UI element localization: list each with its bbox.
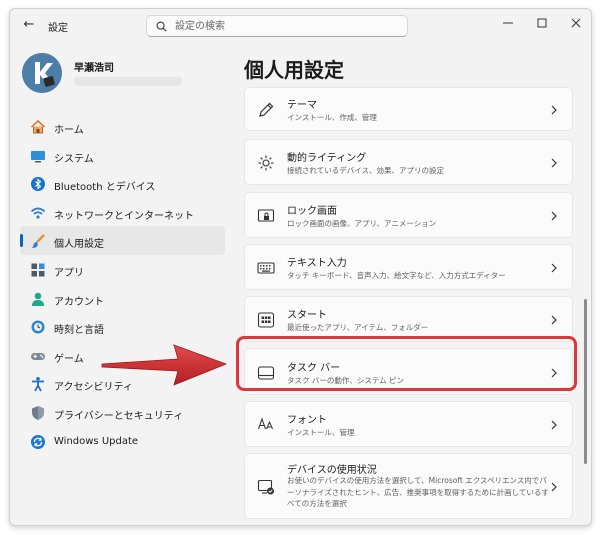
sidebar-item-bluetooth[interactable]: Bluetooth とデバイス: [20, 169, 225, 198]
maximize-icon[interactable]: [532, 15, 552, 31]
minimize-icon[interactable]: [498, 15, 518, 31]
title-bar: ← 設定: [10, 9, 591, 41]
clock-globe-icon: [31, 320, 45, 334]
start-icon: [257, 312, 275, 328]
annotation-arrow-icon: [101, 344, 228, 386]
sidebar-item-personalization[interactable]: 個人用設定: [20, 226, 225, 255]
font-icon: [257, 417, 273, 430]
user-email-blurred: [74, 77, 182, 86]
card-subtitle: ロック画面の画像、アプリ、アニメーション: [287, 219, 437, 228]
sidebar-item-home[interactable]: ホーム: [20, 112, 225, 141]
card-title: フォント: [287, 415, 327, 426]
apps-icon: [31, 263, 45, 277]
sun-icon: [258, 155, 274, 171]
sidebar-item-time-language[interactable]: 時刻と言語: [20, 312, 225, 341]
search-icon: [156, 21, 167, 32]
sidebar-item-label: ゲーム: [54, 353, 84, 365]
pen-icon: [259, 102, 274, 117]
sidebar-item-windows-update[interactable]: Windows Update: [20, 427, 225, 456]
close-icon[interactable]: [566, 15, 586, 31]
sidebar-item-label: アプリ: [54, 267, 84, 279]
card-title: ロック画面: [287, 206, 337, 217]
bluetooth-icon: [31, 177, 45, 192]
sidebar-item-label: Bluetooth とデバイス: [54, 182, 156, 194]
sidebar-item-privacy[interactable]: プライバシーとセキュリティ: [20, 398, 225, 427]
search-box[interactable]: [146, 15, 408, 37]
chevron-right-icon: [551, 158, 557, 168]
user-avatar-icon: [22, 53, 62, 93]
shield-icon: [32, 405, 44, 420]
sidebar-nav: ホーム システム Bluetooth とデバイス ネットワークとインターネット …: [20, 112, 225, 455]
wifi-icon: [30, 207, 46, 219]
card-title: デバイスの使用状況: [287, 465, 377, 476]
sidebar-item-label: 時刻と言語: [54, 325, 104, 337]
sidebar-item-network[interactable]: ネットワークとインターネット: [20, 198, 225, 227]
card-device-usage[interactable]: デバイスの使用状況 お使いのデバイスの使用方法を選択して、Microsoft エ…: [244, 453, 573, 519]
sidebar-item-label: システム: [54, 153, 94, 165]
card-dynamic-lighting[interactable]: 動的ライティング 接続されているデバイス、効果、アプリの設定: [244, 139, 573, 185]
sidebar-item-label: プライバシーとセキュリティ: [54, 410, 184, 422]
sidebar-item-label: Windows Update: [54, 435, 139, 447]
card-title: テーマ: [287, 100, 317, 111]
search-input[interactable]: [175, 18, 395, 34]
chevron-right-icon: [551, 211, 557, 221]
card-subtitle: インストール、管理: [287, 428, 355, 437]
accessibility-icon: [32, 377, 44, 392]
account-icon: [32, 292, 44, 306]
card-subtitle: タッチ キーボード、音声入力、絵文字など、入力方式エディター: [287, 271, 506, 280]
card-themes[interactable]: テーマ インストール、作成、管理: [244, 87, 573, 131]
card-subtitle: 接続されているデバイス、効果、アプリの設定: [287, 166, 445, 175]
app-title: 設定: [48, 23, 68, 34]
card-subtitle: 最近使ったアプリ、アイテム、フォルダー: [287, 323, 429, 332]
card-subtitle: インストール、作成、管理: [287, 113, 377, 122]
sidebar-item-apps[interactable]: アプリ: [20, 255, 225, 284]
scrollbar-thumb[interactable]: [584, 299, 587, 464]
card-subtitle: お使いのデバイスの使用方法を選択して、Microsoft エクスペリエンス内でパ…: [287, 476, 549, 508]
user-name: 早瀬浩司: [74, 63, 114, 74]
sidebar-item-label: ネットワークとインターネット: [54, 210, 194, 222]
chevron-right-icon: [551, 420, 557, 430]
card-text-input[interactable]: テキスト入力 タッチ キーボード、音声入力、絵文字など、入力方式エディター: [244, 244, 573, 290]
chevron-right-icon: [551, 263, 557, 273]
chevron-right-icon: [551, 315, 557, 325]
back-arrow-icon[interactable]: ←: [20, 17, 38, 33]
card-title: テキスト入力: [287, 258, 347, 269]
card-title: スタート: [287, 310, 327, 321]
settings-window: ← 設定 早瀬浩司 ホーム システム: [9, 8, 592, 526]
card-title: 動的ライティング: [287, 153, 367, 164]
sidebar-item-accounts[interactable]: アカウント: [20, 284, 225, 313]
sidebar-item-label: ホーム: [54, 125, 84, 136]
keyboard-icon: [257, 262, 275, 274]
brush-icon: [31, 234, 45, 249]
chevron-right-icon: [551, 105, 557, 115]
gamepad-icon: [31, 352, 45, 360]
chevron-right-icon: [551, 482, 557, 492]
home-icon: [30, 119, 46, 134]
page-title: 個人用設定: [244, 58, 344, 82]
update-icon: [31, 434, 45, 449]
device-usage-icon: [257, 479, 274, 495]
card-lock-screen[interactable]: ロック画面 ロック画面の画像、アプリ、アニメーション: [244, 192, 573, 238]
annotation-highlight-box: [236, 336, 577, 391]
system-icon: [31, 150, 45, 163]
sidebar-item-label: アカウント: [54, 296, 104, 308]
sidebar-item-system[interactable]: システム: [20, 141, 225, 170]
card-fonts[interactable]: フォント インストール、管理: [244, 401, 573, 447]
sidebar-item-label: 個人用設定: [54, 239, 104, 251]
lock-screen-icon: [257, 209, 275, 222]
